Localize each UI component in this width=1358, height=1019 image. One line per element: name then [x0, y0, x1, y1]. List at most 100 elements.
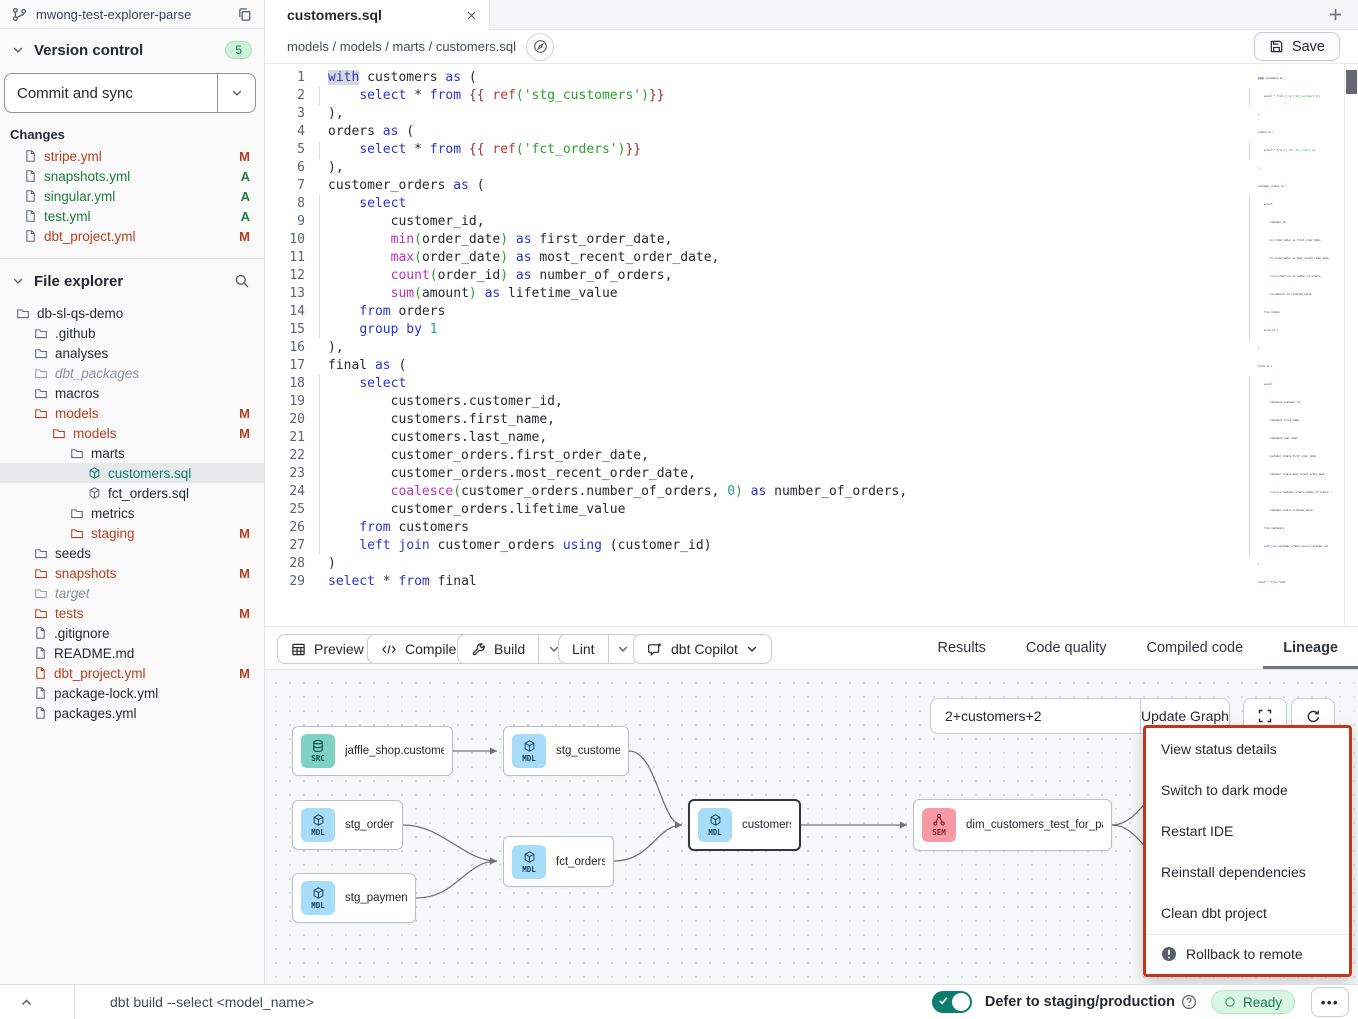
tree-item-dbt-project-yml[interactable]: dbt_project.ymlM — [0, 663, 264, 683]
commit-and-sync-button[interactable]: Commit and sync — [4, 73, 256, 113]
tree-item-staging[interactable]: stagingM — [0, 523, 264, 543]
toolbar-button-main[interactable]: Build — [458, 635, 538, 663]
chevron-down-icon — [746, 643, 758, 655]
tree-item-marts[interactable]: marts — [0, 443, 264, 463]
tab-lineage[interactable]: Lineage — [1263, 627, 1358, 669]
tree-item-name: models — [73, 426, 232, 441]
tree-item-seeds[interactable]: seeds — [0, 543, 264, 563]
file-icon — [34, 626, 47, 640]
tree-item-fct-orders-sql[interactable]: fct_orders.sql — [0, 483, 264, 503]
tree-item-analyses[interactable]: analyses — [0, 343, 264, 363]
scrollbar-thumb[interactable] — [1346, 70, 1357, 94]
tree-item-customers-sql[interactable]: customers.sql — [0, 463, 264, 483]
version-control-header[interactable]: Version control 5 — [0, 29, 264, 67]
changed-file-row[interactable]: dbt_project.ymlM — [0, 226, 264, 246]
chevron-down-icon — [10, 273, 26, 289]
tree-item-models[interactable]: modelsM — [0, 403, 264, 423]
code-line: from customers — [1235, 520, 1332, 538]
menu-item-switch-to-dark-mode[interactable]: Switch to dark mode — [1146, 769, 1349, 810]
lineage-node-stg_customers[interactable]: MDLstg_customers — [503, 726, 629, 776]
changed-file-row[interactable]: singular.ymlA — [0, 186, 264, 206]
toolbar-button-main[interactable]: Lint — [559, 635, 608, 663]
help-icon[interactable] — [1181, 994, 1197, 1010]
tree-item-name: .github — [55, 326, 250, 341]
tree-item--github[interactable]: .github — [0, 323, 264, 343]
save-button[interactable]: Save — [1254, 32, 1340, 61]
lineage-node-customers[interactable]: MDLcustomers — [688, 799, 801, 851]
tree-item-packages-yml[interactable]: packages.yml — [0, 703, 264, 723]
toolbar-button-main[interactable]: Preview — [278, 635, 377, 663]
code-editor[interactable]: 1with customers as (2 select * from {{ r… — [265, 64, 1358, 626]
tree-item-name: models — [55, 406, 232, 421]
changes-list: stripe.ymlMsnapshots.ymlAsingular.ymlAte… — [0, 146, 264, 246]
code-line: 17final as ( — [265, 357, 1228, 375]
toolbar-button-build[interactable]: Build — [457, 634, 569, 664]
tab-code-quality[interactable]: Code quality — [1006, 627, 1127, 669]
file-explorer-header[interactable]: File explorer — [0, 259, 264, 299]
dbt-cloud-ide: mwong-test-explorer-parse Version contro… — [0, 0, 1358, 1019]
lineage-node-fct_orders[interactable]: MDLfct_orders — [503, 836, 614, 887]
tab-customers-sql[interactable]: customers.sql — [265, 0, 490, 30]
file-icon — [24, 229, 37, 243]
menu-item-reinstall-dependencies[interactable]: Reinstall dependencies — [1146, 851, 1349, 892]
changed-file-row[interactable]: stripe.ymlM — [0, 146, 264, 166]
lineage-node-stg_payments[interactable]: MDLstg_payments — [292, 873, 416, 923]
toolbar-button-main[interactable]: dbt Copilot — [634, 635, 771, 663]
file-icon — [24, 149, 37, 163]
menu-item-view-status-details[interactable]: View status details — [1146, 728, 1349, 769]
copy-icon[interactable] — [235, 5, 254, 24]
tree-item--gitignore[interactable]: .gitignore — [0, 623, 264, 643]
tree-item-models[interactable]: modelsM — [0, 423, 264, 443]
line-number: 11 — [265, 249, 305, 267]
toolbar-button-main[interactable]: Compile — [368, 635, 469, 663]
lineage-node-dim_customers_test_for_parse[interactable]: SEMdim_customers_test_for_parse — [913, 799, 1112, 851]
change-status-letter: M — [239, 666, 250, 681]
editor-scrollbar[interactable] — [1344, 64, 1358, 626]
lineage-canvas[interactable]: SRCjaffle_shop.customers MDLstg_customers… — [265, 670, 1358, 984]
toolbar-button-dbt-copilot[interactable]: dbt Copilot — [633, 634, 772, 664]
command-input[interactable]: dbt build --select <model_name> — [75, 994, 932, 1010]
line-number: 9 — [265, 213, 305, 231]
toolbar-button-lint[interactable]: Lint — [558, 634, 639, 664]
code-line: 4orders as ( — [265, 123, 1228, 141]
tree-item-metrics[interactable]: metrics — [0, 503, 264, 523]
code-line-text: ), — [305, 159, 344, 177]
minimap[interactable]: with customers as ( select * from {{ ref… — [1235, 70, 1332, 592]
menu-item-restart-ide[interactable]: Restart IDE — [1146, 810, 1349, 851]
tree-item-target[interactable]: target — [0, 583, 264, 603]
toolbar-button-compile[interactable]: Compile — [367, 634, 470, 664]
tree-item-package-lock-yml[interactable]: package-lock.yml — [0, 683, 264, 703]
changed-file-row[interactable]: test.ymlA — [0, 206, 264, 226]
code-line-text: group by 1 — [305, 321, 438, 339]
status-ready-label: Ready — [1243, 995, 1282, 1010]
tree-item-db-sl-qs-demo[interactable]: db-sl-qs-demo — [0, 303, 264, 323]
tree-item-snapshots[interactable]: snapshotsM — [0, 563, 264, 583]
file-icon — [24, 189, 37, 203]
menu-item-rollback-to-remote[interactable]: Rollback to remote — [1146, 935, 1349, 974]
code-line: from orders — [1235, 304, 1332, 322]
search-icon[interactable] — [232, 271, 252, 291]
menu-item-clean-dbt-project[interactable]: Clean dbt project — [1146, 893, 1349, 934]
tree-item-macros[interactable]: macros — [0, 383, 264, 403]
status-ready-pill[interactable]: Ready — [1211, 990, 1295, 1014]
lineage-filter-input[interactable] — [931, 699, 1140, 733]
tree-item-readme-md[interactable]: README.md — [0, 643, 264, 663]
compass-icon[interactable] — [526, 33, 554, 61]
tree-item-dbt-packages[interactable]: dbt_packages — [0, 363, 264, 383]
code-line-text: customer_orders as ( — [305, 177, 485, 195]
code-area[interactable]: 1with customers as (2 select * from {{ r… — [265, 69, 1228, 591]
tree-item-tests[interactable]: testsM — [0, 603, 264, 623]
tab-compiled-code[interactable]: Compiled code — [1126, 627, 1263, 669]
tree-item-name: analyses — [55, 346, 250, 361]
close-icon[interactable] — [466, 10, 477, 21]
collapse-panel-button[interactable] — [0, 985, 75, 1019]
tab-results[interactable]: Results — [918, 627, 1006, 669]
lineage-node-jaffle_shop-customers[interactable]: SRCjaffle_shop.customers — [292, 726, 453, 776]
commit-dropdown-chevron-icon[interactable] — [217, 74, 255, 112]
more-options-button[interactable]: ••• — [1311, 987, 1349, 1017]
changed-file-row[interactable]: snapshots.ymlA — [0, 166, 264, 186]
lineage-node-stg_orders[interactable]: MDLstg_orders — [292, 800, 403, 850]
new-tab-button[interactable] — [1312, 0, 1358, 29]
defer-toggle[interactable] — [932, 991, 972, 1013]
toolbar-button-preview[interactable]: Preview — [277, 634, 378, 664]
